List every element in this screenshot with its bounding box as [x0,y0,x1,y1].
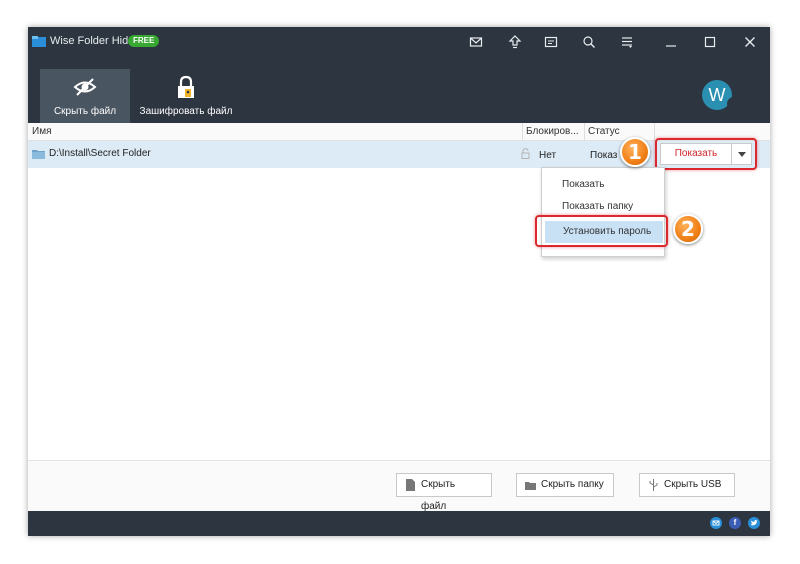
minimize-icon[interactable] [663,34,679,50]
mail-icon[interactable] [468,34,484,50]
hidden-eye-icon [73,78,97,96]
status-bar: f [28,511,770,536]
step-1-badge: 1 [620,137,650,167]
column-separator [584,123,585,141]
folder-path: D:\Install\Secret Folder [49,148,151,159]
upgrade-icon[interactable] [507,34,523,50]
app-logo-icon [32,36,46,47]
column-separator [654,123,655,141]
app-title: Wise Folder Hider [50,35,139,47]
menu-icon[interactable] [619,34,635,50]
facebook-icon[interactable]: f [729,517,741,529]
titlebar: Wise Folder Hider FREE [28,27,770,57]
hide-folder-button[interactable]: Скрыть папку [516,473,614,497]
hide-file-label: Скрыть файл [53,106,117,117]
app-window: Wise Folder Hider FREE Скрыть файл Зашиф… [28,27,770,536]
hide-usb-button[interactable]: Скрыть USB [639,473,735,497]
column-name[interactable]: Имя [32,126,51,137]
maximize-icon[interactable] [702,34,718,50]
locked-value: Нет [539,150,557,161]
menu-item-show[interactable]: Показать [542,174,664,196]
avatar-status-dot [727,97,741,111]
folder-icon [32,150,45,159]
column-status[interactable]: Статус [588,126,620,137]
hide-file-button[interactable]: Скрыть файл [396,473,492,512]
feedback-icon[interactable] [543,34,559,50]
column-locked[interactable]: Блокиров... [526,126,579,137]
hide-usb-button-label: Скрыть USB [664,479,722,490]
usb-icon [649,479,658,491]
encrypt-file-tab[interactable]: Зашифровать файл [136,69,236,123]
twitter-icon[interactable] [748,517,760,529]
main-toolbar: Скрыть файл Зашифровать файл W [28,57,770,123]
hide-file-tab[interactable]: Скрыть файл [40,69,130,123]
status-value: Показ [590,150,618,161]
language-icon[interactable] [581,34,597,50]
email-icon[interactable] [710,517,722,529]
encrypt-file-label: Зашифровать файл [139,106,233,117]
column-separator [522,123,523,141]
hide-folder-button-label: Скрыть папку [541,479,604,490]
bottom-actions-bar: Скрыть файл Скрыть папку Скрыть USB [28,460,770,512]
highlight-frame-set-password [535,215,668,247]
free-badge: FREE [128,35,160,47]
unlocked-icon [521,148,530,159]
step-2-badge: 2 [673,214,703,244]
close-icon[interactable] [742,34,758,50]
hide-file-button-label: Скрыть файл [421,479,456,512]
file-icon [406,479,415,491]
highlight-frame-action [655,138,757,170]
padlock-icon [178,75,194,98]
folder-icon [525,482,536,490]
